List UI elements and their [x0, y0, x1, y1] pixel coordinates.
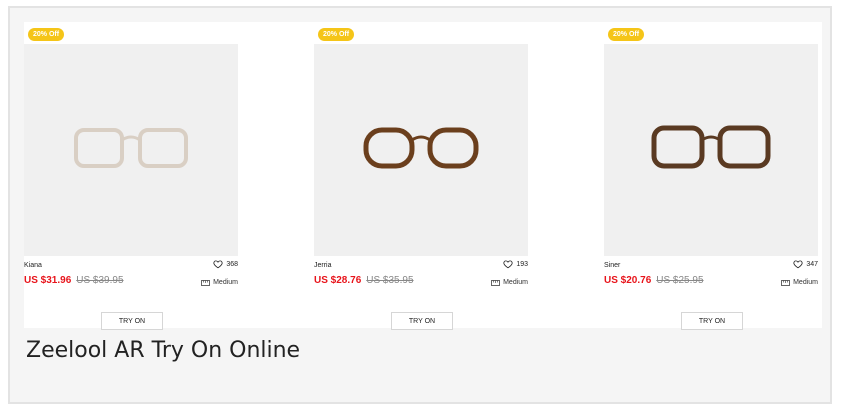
frame-size: Medium: [491, 279, 528, 286]
original-price: US $39.95: [76, 275, 124, 286]
try-on-button[interactable]: TRY ON: [391, 312, 453, 330]
sale-price: US $31.96: [24, 275, 72, 286]
ruler-icon: [781, 279, 790, 286]
product-card[interactable]: 20% Off Siner 347 US $20.76 US $25.95 Me…: [604, 22, 842, 330]
ruler-icon: [201, 279, 210, 286]
like-count[interactable]: 193: [503, 259, 528, 269]
page-caption: Zeelool AR Try On Online: [26, 338, 301, 363]
product-strip: 20% Off Kiana 368 US $31.96 US $39.95 Me…: [24, 22, 822, 330]
product-photo[interactable]: [604, 44, 818, 256]
like-count-value: 193: [516, 260, 528, 268]
like-count[interactable]: 368: [213, 259, 238, 269]
like-count-value: 347: [806, 260, 818, 268]
try-on-button[interactable]: TRY ON: [101, 312, 163, 330]
product-photo[interactable]: [314, 44, 528, 256]
product-name[interactable]: Kiana: [24, 262, 42, 269]
like-count[interactable]: 347: [793, 259, 818, 269]
price-row: US $28.76 US $35.95: [314, 275, 414, 286]
product-card[interactable]: 20% Off Kiana 368 US $31.96 US $39.95 Me…: [24, 22, 292, 330]
product-name[interactable]: Jerria: [314, 262, 332, 269]
price-row: US $20.76 US $25.95: [604, 275, 704, 286]
photo-placeholder: [314, 44, 528, 256]
sale-price: US $20.76: [604, 275, 652, 286]
like-count-value: 368: [226, 260, 238, 268]
discount-badge: 20% Off: [318, 28, 355, 41]
product-name[interactable]: Siner: [604, 262, 620, 269]
sale-price: US $28.76: [314, 275, 362, 286]
ruler-icon: [491, 279, 500, 286]
photo-placeholder: [604, 44, 818, 256]
try-on-button[interactable]: TRY ON: [681, 312, 743, 330]
heart-icon[interactable]: [213, 259, 223, 269]
product-photo[interactable]: [24, 44, 238, 256]
frame-size-label: Medium: [213, 279, 238, 286]
discount-badge: 20% Off: [608, 28, 645, 41]
original-price: US $35.95: [366, 275, 414, 286]
frame-size-label: Medium: [503, 279, 528, 286]
frame-size-label: Medium: [793, 279, 818, 286]
frame-size: Medium: [201, 279, 238, 286]
photo-placeholder: [24, 44, 238, 256]
price-row: US $31.96 US $39.95: [24, 275, 124, 286]
ar-try-on-card: 20% Off Kiana 368 US $31.96 US $39.95 Me…: [8, 6, 832, 404]
frame-size: Medium: [781, 279, 818, 286]
heart-icon[interactable]: [793, 259, 803, 269]
original-price: US $25.95: [656, 275, 704, 286]
product-card[interactable]: 20% Off Jerria 193 US $28.76 US $35.95 M…: [314, 22, 582, 330]
discount-badge: 20% Off: [28, 28, 65, 41]
heart-icon[interactable]: [503, 259, 513, 269]
